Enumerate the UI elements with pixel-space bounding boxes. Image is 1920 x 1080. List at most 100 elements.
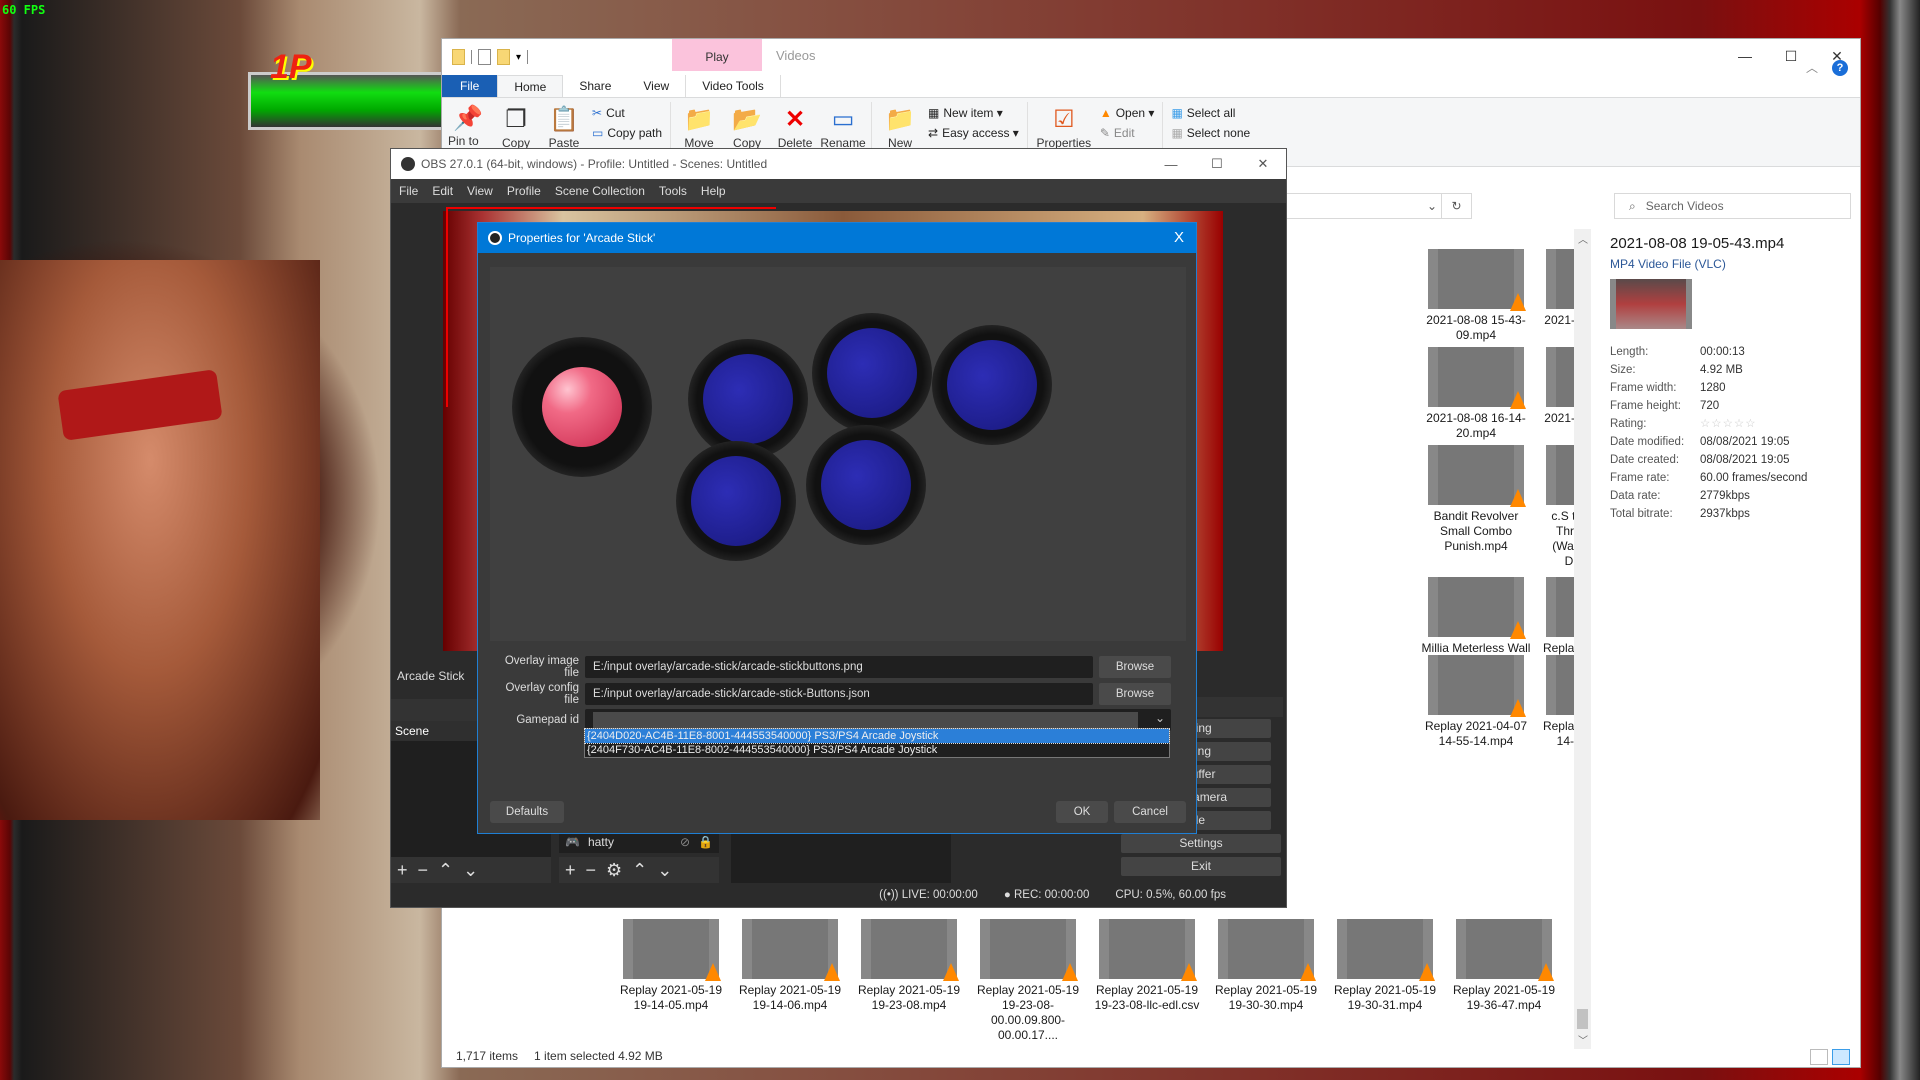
easy-access-button[interactable]: ⇄ Easy access ▾	[928, 126, 1019, 140]
gear-icon[interactable]: ⚙	[606, 860, 622, 881]
move-down-icon[interactable]: ⌄	[463, 860, 478, 881]
tab-share[interactable]: Share	[563, 75, 627, 97]
menu-item[interactable]: Edit	[432, 184, 453, 198]
gamepad-option[interactable]: {2404D020-AC4B-11E8-8001-444553540000} P…	[584, 728, 1170, 744]
folder-icon[interactable]	[452, 49, 465, 65]
menu-item[interactable]: Scene Collection	[555, 184, 645, 198]
overlay-config-row: Overlay config file E:/input overlay/arc…	[490, 682, 1186, 706]
file-name: Replay 2021-04-07 14-55-14.mp4	[1424, 719, 1528, 748]
tab-home[interactable]: Home	[497, 75, 564, 97]
file-tile[interactable]: Replay 2021-05-19 19-36-47.mp4	[1448, 919, 1560, 1013]
chevron-down-icon[interactable]: ⌄	[1427, 199, 1437, 213]
cut-button[interactable]: ✂ Cut	[592, 106, 662, 120]
file-tile[interactable]: Replay 2021-04-07 14-55-14.mp4	[1420, 655, 1532, 749]
context-tab-play[interactable]: Play	[672, 39, 762, 71]
move-down-icon[interactable]: ⌄	[657, 860, 672, 881]
open-button[interactable]: ▲ Open ▾	[1100, 106, 1155, 120]
overlay-image-input[interactable]: E:/input overlay/arcade-stick/arcade-sti…	[585, 656, 1093, 678]
customize-qa-icon[interactable]: ▾	[516, 52, 521, 63]
cancel-button[interactable]: Cancel	[1114, 801, 1186, 823]
maximize-button[interactable]: ☐	[1194, 149, 1240, 179]
file-tile[interactable]: 2021-08-08 15-43-14.mp4	[1538, 249, 1574, 343]
menu-item[interactable]: Profile	[507, 184, 541, 198]
file-tile[interactable]: Replay 2021-05-19 19-30-31.mp4	[1329, 919, 1441, 1013]
chevron-down-icon[interactable]: ⌄	[1155, 711, 1165, 725]
browse-image-button[interactable]: Browse	[1099, 656, 1171, 678]
tab-view[interactable]: View	[627, 75, 685, 97]
file-tile[interactable]: Bandit Revolver Small Combo Punish.mp4	[1420, 445, 1532, 554]
select-all-button[interactable]: ▦ Select all	[1171, 106, 1250, 120]
video-thumbnail	[1428, 655, 1526, 717]
scroll-thumb[interactable]	[1577, 1009, 1588, 1029]
joystick-ball	[542, 367, 622, 447]
property-row: Rating: ☆☆☆☆☆	[1610, 415, 1850, 433]
control-button[interactable]: Settings	[1121, 834, 1281, 853]
file-name: Replay 2021-05-19 19-23-08.mp4	[857, 983, 961, 1012]
file-tile[interactable]: Replay 2021-05-19 19-23-08.mp4	[853, 919, 965, 1013]
close-button[interactable]: ✕	[1240, 149, 1286, 179]
file-tile[interactable]: c.S to HS Vapor Thrust Combo (Wallbreak,…	[1538, 445, 1574, 569]
video-thumbnail	[1428, 445, 1526, 507]
search-input[interactable]: ⌕ Search Videos	[1614, 193, 1851, 219]
file-tile[interactable]: Replay 2021-05-19 19-14-05.mp4	[615, 919, 727, 1013]
add-icon[interactable]: +	[565, 860, 576, 881]
move-up-icon[interactable]: ⌃	[632, 860, 647, 881]
details-pane: 2021-08-08 19-05-43.mp4 MP4 Video File (…	[1610, 235, 1850, 523]
copy-path-button[interactable]: ▭ Copy path	[592, 126, 662, 140]
file-tile[interactable]: Replay 2021-05-19 19-23-08-00.00.09.800-…	[972, 919, 1084, 1043]
tab-video-tools[interactable]: Video Tools	[685, 75, 781, 97]
defaults-button[interactable]: Defaults	[490, 801, 564, 823]
file-tile[interactable]: 2021-08-08 15-43-09.mp4	[1420, 249, 1532, 343]
select-none-button[interactable]: ▦ Select none	[1171, 126, 1250, 140]
file-tile[interactable]: 2021-08-08 16-14-20.mp4	[1420, 347, 1532, 441]
menu-item[interactable]: Tools	[659, 184, 687, 198]
file-tile[interactable]: Replay 2021-04-07 14-55-15.mp4	[1538, 655, 1574, 749]
visibility-icon[interactable]: ⊘	[680, 835, 690, 849]
file-tile[interactable]: 2021-08-08 18-47-38.mp4	[1538, 347, 1574, 441]
help-icon[interactable]: ?	[1832, 59, 1848, 76]
video-thumbnail	[1428, 577, 1526, 639]
new-folder-icon[interactable]	[497, 49, 510, 65]
edit-button[interactable]: ✎ Edit	[1100, 126, 1155, 140]
live-time: LIVE: 00:00:00	[901, 889, 978, 901]
remove-icon[interactable]: −	[586, 860, 597, 881]
property-row: Date modified: 08/08/2021 19:05	[1610, 433, 1850, 451]
new-item-icon: ▦	[928, 106, 940, 120]
gamepad-option[interactable]: {2404F730-AC4B-11E8-8002-444553540000} P…	[585, 743, 1169, 757]
minimize-button[interactable]: —	[1722, 39, 1768, 73]
control-button[interactable]: Exit	[1121, 857, 1281, 876]
menu-item[interactable]: Help	[701, 184, 726, 198]
move-up-icon[interactable]: ⌃	[438, 860, 453, 881]
scroll-up-icon[interactable]: ︿	[1578, 231, 1588, 246]
browse-config-button[interactable]: Browse	[1099, 683, 1171, 705]
collapse-ribbon-icon[interactable]: ︿	[1806, 59, 1818, 76]
remove-icon[interactable]: −	[418, 860, 429, 881]
refresh-icon[interactable]: ↻	[1441, 194, 1471, 218]
add-icon[interactable]: +	[397, 860, 408, 881]
live-status: ((•)) LIVE: 00:00:00	[879, 889, 978, 901]
item-count: 1,717 items	[456, 1049, 519, 1063]
tab-file[interactable]: File	[442, 75, 498, 97]
file-tile[interactable]: Replay 2021-05-19 19-14-06.mp4	[734, 919, 846, 1013]
ribbon-tabs: File Home Share View Video Tools ︿ ?	[442, 59, 1860, 97]
new-item-button[interactable]: ▦ New item ▾	[928, 106, 1019, 120]
overlay-config-input[interactable]: E:/input overlay/arcade-stick/arcade-sti…	[585, 683, 1093, 705]
source-list-item[interactable]: 🎮 hatty ⊘ 🔒	[559, 831, 719, 853]
menu-item[interactable]: View	[467, 184, 493, 198]
property-value: 2779kbps	[1700, 490, 1750, 502]
status-bar: 1,717 items 1 item selected 4.92 MB	[442, 1045, 1860, 1067]
properties-icon[interactable]	[478, 49, 491, 65]
file-grid-scrollbar[interactable]: ︿ ﹀	[1574, 229, 1591, 1049]
property-value[interactable]: ☆☆☆☆☆	[1700, 415, 1757, 433]
menu-item[interactable]: File	[399, 184, 418, 198]
file-tile[interactable]: Replay 2021-05-19 19-30-30.mp4	[1210, 919, 1322, 1013]
close-icon[interactable]: X	[1174, 229, 1184, 246]
ok-button[interactable]: OK	[1056, 801, 1108, 823]
large-icons-view-icon[interactable]	[1832, 1049, 1850, 1065]
file-name: Replay 2021-05-19 19-30-30.mp4	[1214, 983, 1318, 1012]
lock-icon[interactable]: 🔒	[698, 835, 713, 849]
file-tile[interactable]: Replay 2021-05-19 19-23-08-llc-edl.csv	[1091, 919, 1203, 1013]
minimize-button[interactable]: —	[1148, 149, 1194, 179]
file-name: Replay 2021-05-19 19-36-47.mp4	[1452, 983, 1556, 1012]
details-view-icon[interactable]	[1810, 1049, 1828, 1065]
